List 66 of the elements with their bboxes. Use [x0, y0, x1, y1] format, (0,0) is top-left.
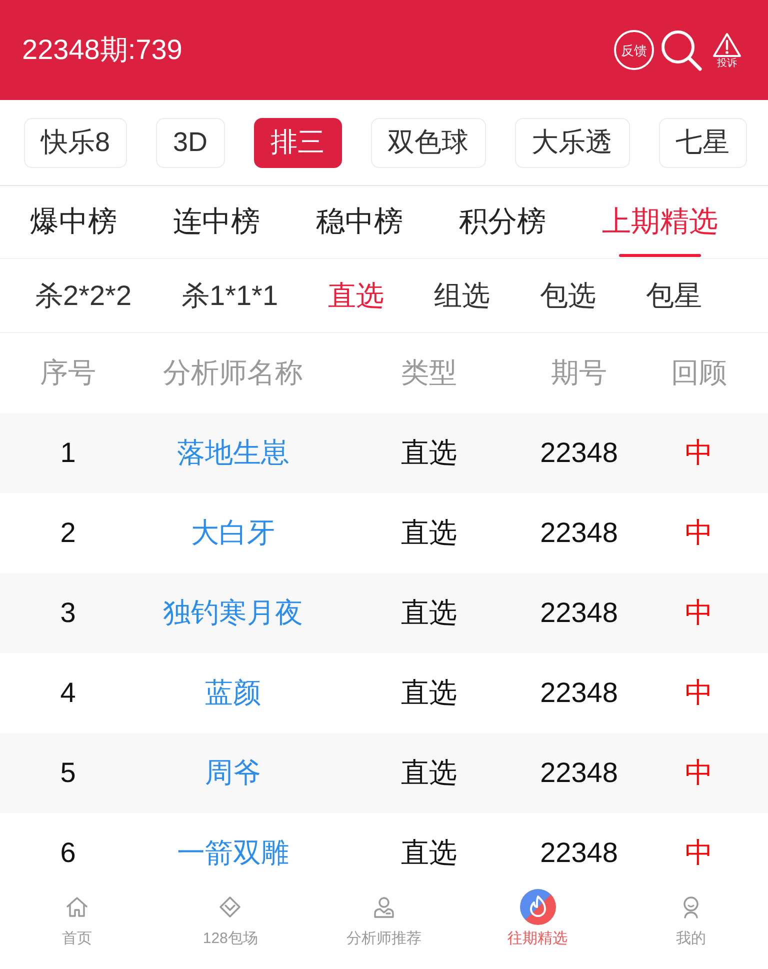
review-result: 中	[685, 756, 713, 790]
nav-tab[interactable]: 128包场	[202, 880, 258, 969]
row-number: 6	[60, 836, 76, 870]
table-cell-text: 22348	[540, 756, 618, 790]
play-type-tab[interactable]: 组选	[434, 282, 490, 310]
table-cell-text: 22348	[540, 516, 618, 550]
column-header: 序号	[39, 356, 97, 390]
person-icon	[372, 895, 396, 919]
ranking-tab[interactable]: 积分榜	[459, 186, 546, 258]
review-result: 中	[685, 836, 713, 870]
analyst-name-link[interactable]: 大白牙	[191, 512, 275, 554]
play-type-tab[interactable]: 杀2*2*2	[35, 282, 132, 310]
analyst-name-link[interactable]: 落地生崽	[177, 432, 289, 474]
search-icon[interactable]	[660, 29, 702, 71]
row-number: 2	[60, 516, 76, 550]
lottery-tab[interactable]: 快乐8	[24, 118, 128, 168]
play-type-tab[interactable]: 包星	[646, 282, 702, 310]
ranking-tab[interactable]: 爆中榜	[30, 186, 117, 258]
column-header: 分析师名称	[162, 356, 304, 390]
lottery-tab[interactable]: 大乐透	[514, 118, 630, 168]
table-cell-text: 直选	[401, 676, 457, 710]
table-cell-text: 直选	[401, 836, 457, 870]
play-type-tab[interactable]: 包选	[540, 282, 596, 310]
table-cell-text: 直选	[401, 436, 457, 470]
table-cell-text: 22348	[540, 836, 618, 870]
warning-icon	[712, 32, 742, 58]
table-cell-text: 直选	[401, 756, 457, 790]
table-cell-text: 22348	[540, 676, 618, 710]
analyst-name-link[interactable]: 周爷	[205, 752, 261, 794]
ranking-tab[interactable]: 连中榜	[173, 186, 260, 258]
review-result: 中	[685, 676, 713, 710]
nav-tab[interactable]: 我的	[676, 880, 706, 969]
analyst-name-link[interactable]: 独钓寒月夜	[163, 592, 303, 634]
ranking-tab[interactable]: 稳中榜	[316, 186, 403, 258]
row-number: 1	[60, 436, 76, 470]
column-header: 回顾	[670, 356, 728, 390]
column-header: 类型	[400, 356, 458, 390]
analyst-name-link[interactable]: 一箭双雕	[177, 832, 289, 874]
nav-tab[interactable]: 分析师推荐	[346, 880, 422, 969]
row-number: 3	[60, 596, 76, 630]
review-result: 中	[685, 516, 713, 550]
diamond-icon	[218, 895, 242, 919]
analyst-name-link[interactable]: 蓝颜	[205, 672, 261, 714]
lottery-tab[interactable]: 双色球	[370, 118, 486, 168]
lottery-tab[interactable]: 3D	[156, 118, 225, 168]
table-cell-text: 22348	[540, 436, 618, 470]
nav-tab[interactable]: 首页	[62, 880, 92, 969]
review-result: 中	[685, 436, 713, 470]
column-header: 期号	[550, 356, 608, 390]
flame-icon	[520, 889, 556, 925]
row-number: 5	[60, 756, 76, 790]
review-result: 中	[685, 596, 713, 630]
table-cell-text: 22348	[540, 596, 618, 630]
period-title: 22348期:739	[22, 33, 182, 67]
feedback-button[interactable]: 反馈	[614, 30, 654, 70]
home-icon	[64, 895, 89, 919]
table-cell-text: 直选	[401, 516, 457, 550]
lottery-tab[interactable]: 七星	[658, 118, 747, 168]
table-cell-text: 直选	[401, 596, 457, 630]
play-type-tab[interactable]: 杀1*1*1	[182, 282, 278, 310]
complaint-button[interactable]: 投诉	[712, 32, 742, 68]
lottery-tab[interactable]: 排三	[254, 118, 342, 168]
play-type-tab[interactable]: 直选	[328, 282, 384, 310]
ranking-tab[interactable]: 上期精选	[602, 186, 718, 258]
row-number: 4	[60, 676, 76, 710]
nav-tab[interactable]: 往期精选	[508, 880, 568, 969]
